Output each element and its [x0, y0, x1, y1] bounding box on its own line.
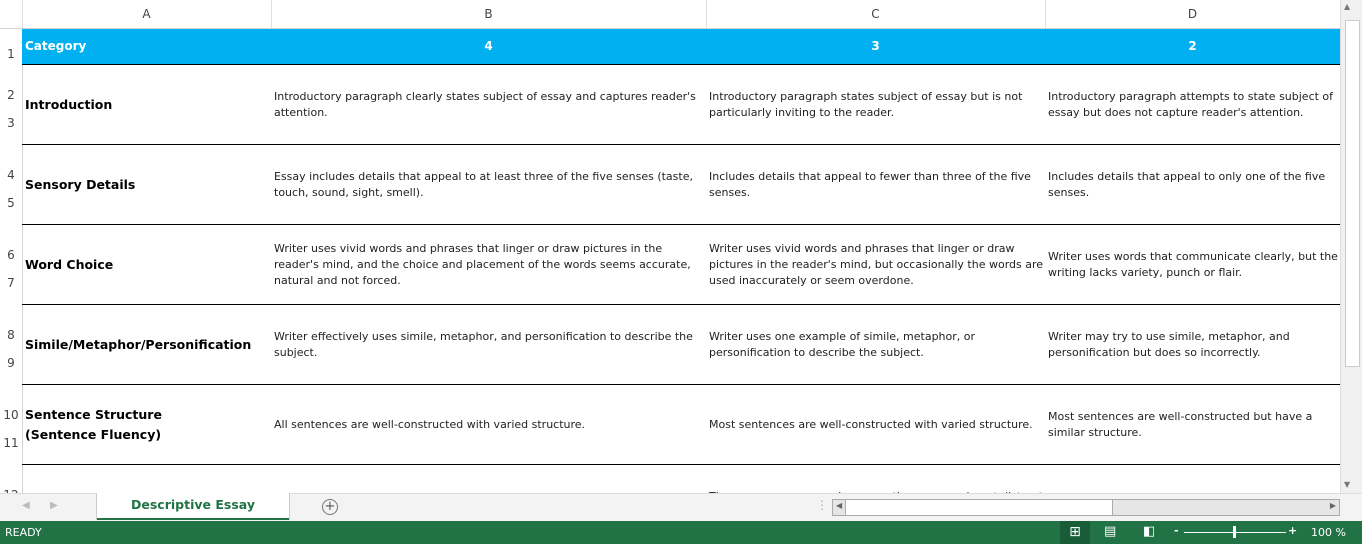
score-2-cell[interactable]: Most sentences are well-constructed but …	[1048, 409, 1338, 441]
row-header[interactable]: 3	[0, 105, 23, 145]
page-layout-view-icon[interactable]: ▤	[1104, 524, 1116, 539]
score-4-cell[interactable]: Essay includes details that appeal to at…	[274, 169, 699, 201]
column-headers: A B C D	[0, 0, 1341, 29]
row-header[interactable]: 9	[0, 345, 23, 385]
category-cell[interactable]: Sensory Details	[25, 175, 175, 195]
table-row[interactable]: Simile/Metaphor/Personification Writer e…	[22, 305, 1340, 385]
split-handle[interactable]: ⋮	[816, 498, 828, 512]
row-header[interactable]: 8	[0, 305, 23, 345]
category-cell[interactable]: Sentence Structure (Sentence Fluency)	[25, 405, 175, 445]
sheet-tab-bar: ◀ ▶ Descriptive Essay Template + ⋮ ◀ ▶	[0, 493, 1362, 536]
table-row[interactable]: Sensory Details Essay includes details t…	[22, 145, 1340, 225]
score-3-cell[interactable]: Writer uses one example of simile, metap…	[709, 329, 1044, 361]
row-header[interactable]: 1	[0, 29, 23, 65]
vertical-scrollbar[interactable]: ▲ ▼	[1340, 0, 1362, 493]
table-row[interactable]: Sentence Structure (Sentence Fluency) Al…	[22, 385, 1340, 465]
column-header-c[interactable]: C	[706, 0, 1046, 28]
table-row[interactable]: Word Choice Writer uses vivid words and …	[22, 225, 1340, 305]
score-2-cell[interactable]: Introductory paragraph attempts to state…	[1048, 89, 1338, 121]
score-2-cell[interactable]: Includes details that appeal to only one…	[1048, 169, 1338, 201]
score-3-cell[interactable]: Introductory paragraph states subject of…	[709, 89, 1044, 121]
zoom-out-button[interactable]: -	[1174, 524, 1179, 537]
column-header-a[interactable]: A	[22, 0, 272, 28]
score-4-cell[interactable]: Writer effectively uses simile, metaphor…	[274, 329, 699, 361]
sheet-tab[interactable]: Descriptive Essay Template	[97, 493, 289, 536]
status-bar: READY ⊞ ▤ ◧ - + 100 %	[0, 521, 1362, 544]
scroll-right-icon[interactable]: ▶	[1330, 501, 1336, 510]
column-header-b[interactable]: B	[271, 0, 707, 28]
header-score-4: 4	[484, 39, 493, 53]
row-header[interactable]: 7	[0, 265, 23, 305]
next-sheet-icon[interactable]: ▶	[50, 500, 58, 511]
normal-view-icon[interactable]: ⊞	[1060, 521, 1090, 544]
row-header[interactable]: 4	[0, 145, 23, 185]
row-header[interactable]: 5	[0, 185, 23, 225]
score-2-cell[interactable]: Writer uses words that communicate clear…	[1048, 249, 1338, 281]
zoom-level[interactable]: 100 %	[1311, 526, 1346, 539]
status-ready: READY	[5, 526, 42, 539]
table-row[interactable]: Introduction Introductory paragraph clea…	[22, 65, 1340, 145]
header-category: Category	[25, 39, 87, 53]
score-3-cell[interactable]: Includes details that appeal to fewer th…	[709, 169, 1044, 201]
score-4-cell[interactable]: Introductory paragraph clearly states su…	[274, 89, 699, 121]
header-score-3: 3	[871, 39, 880, 53]
spreadsheet-grid[interactable]: 1 Category 4 3 2 2 3 Introduction Introd…	[0, 29, 1340, 493]
score-4-cell[interactable]: All sentences are well-constructed with …	[274, 417, 699, 433]
header-row[interactable]: Category 4 3 2	[22, 29, 1340, 65]
row-header[interactable]: 11	[0, 425, 23, 465]
h-scroll-thumb[interactable]	[845, 500, 1113, 515]
scroll-down-icon[interactable]: ▼	[1344, 480, 1350, 489]
score-4-cell[interactable]: Writer uses vivid words and phrases that…	[274, 241, 699, 289]
horizontal-scrollbar[interactable]: ◀ ▶	[832, 499, 1340, 516]
scroll-up-icon[interactable]: ▲	[1344, 2, 1350, 11]
table-row[interactable]: Grammar, Spelling There are some errors;…	[22, 465, 1340, 493]
category-cell[interactable]: Simile/Metaphor/Personification	[25, 335, 251, 355]
score-2-cell[interactable]: Writer may try to use simile, metaphor, …	[1048, 329, 1338, 361]
row-header[interactable]: 12	[0, 465, 23, 493]
scroll-left-icon[interactable]: ◀	[836, 501, 842, 510]
scroll-thumb[interactable]	[1345, 20, 1360, 367]
add-sheet-icon[interactable]: +	[322, 499, 338, 515]
category-cell[interactable]: Word Choice	[25, 255, 175, 275]
score-3-cell[interactable]: Most sentences are well-constructed with…	[709, 417, 1044, 433]
zoom-slider-thumb[interactable]	[1233, 526, 1236, 538]
row-header[interactable]: 6	[0, 225, 23, 265]
header-score-2: 2	[1188, 39, 1197, 53]
row-header[interactable]: 10	[0, 385, 23, 425]
column-header-d[interactable]: D	[1045, 0, 1341, 28]
zoom-in-button[interactable]: +	[1288, 524, 1297, 537]
row-header[interactable]: 2	[0, 65, 23, 105]
page-break-view-icon[interactable]: ◧	[1143, 524, 1155, 539]
select-all[interactable]	[0, 0, 23, 28]
category-cell[interactable]: Introduction	[25, 95, 175, 115]
score-3-cell[interactable]: Writer uses vivid words and phrases that…	[709, 241, 1044, 289]
prev-sheet-icon[interactable]: ◀	[22, 500, 30, 511]
